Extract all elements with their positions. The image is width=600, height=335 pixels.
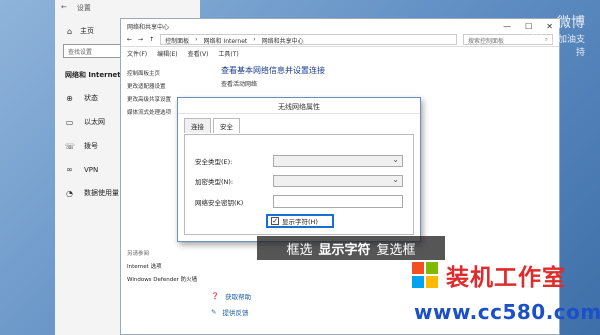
menu-bar: 文件(F) 编辑(E) 查看(V) 工具(T) bbox=[121, 47, 559, 59]
page-title: 查看基本网络信息并设置连接 bbox=[221, 66, 325, 75]
show-chars-checkbox[interactable]: ✓ 显示字符(H) bbox=[266, 214, 334, 228]
tab-security[interactable]: 安全 bbox=[213, 118, 240, 133]
dialup-icon: ☏ bbox=[65, 141, 76, 151]
nav-label: 拨号 bbox=[84, 142, 98, 150]
encryption-type-row: 加密类型(N): bbox=[195, 175, 403, 187]
logo-url: www.cc580.com bbox=[414, 300, 600, 324]
weibo-watermark: 微博 @电脑知识加油支持 bbox=[505, 12, 585, 58]
menu-tools[interactable]: 工具(T) bbox=[218, 49, 238, 58]
dialog-title: 无线网络属性 bbox=[178, 98, 420, 114]
link-change-adapter[interactable]: 更改适配器设置 bbox=[127, 82, 185, 90]
watermark-line2: @电脑知识加油支持 bbox=[512, 35, 585, 58]
breadcrumb-item[interactable]: 控制面板 bbox=[165, 36, 189, 45]
get-help-link[interactable]: ❓ 获取帮助 bbox=[211, 291, 251, 301]
network-center-titlebar: 网络和共享中心 — ☐ ✕ bbox=[121, 19, 559, 33]
logo-square bbox=[412, 276, 424, 288]
network-center-title: 网络和共享中心 bbox=[127, 23, 170, 31]
tab-connection[interactable]: 连接 bbox=[184, 118, 211, 133]
back-arrow-icon[interactable]: ← bbox=[61, 3, 67, 11]
nav-label: 数据使用量 bbox=[84, 189, 119, 197]
encryption-type-label: 加密类型(N): bbox=[195, 178, 234, 186]
ethernet-icon: ▭ bbox=[65, 117, 74, 127]
see-also: 另请参阅 Internet 选项 Windows Defender 防火墙 bbox=[127, 249, 197, 288]
breadcrumb-sep: › bbox=[195, 36, 198, 43]
breadcrumb-item[interactable]: 网络和共享中心 bbox=[262, 36, 304, 45]
page-subtitle: 查看活动网络 bbox=[221, 81, 258, 88]
help-icon: ❓ bbox=[211, 292, 220, 300]
help-label: 获取帮助 bbox=[225, 293, 252, 301]
breadcrumb-item[interactable]: 网络和 Internet bbox=[204, 36, 248, 45]
logo-square bbox=[412, 262, 424, 274]
breadcrumb-sep: › bbox=[253, 36, 256, 43]
caption-pre: 框选 bbox=[286, 242, 313, 258]
settings-search-placeholder: 查找设置 bbox=[68, 49, 93, 56]
status-icon: ⊕ bbox=[66, 93, 73, 103]
logo-square bbox=[426, 276, 438, 288]
security-key-input[interactable] bbox=[273, 195, 403, 208]
search-placeholder: 搜索控制面板 bbox=[468, 38, 505, 45]
logo-square bbox=[426, 262, 438, 274]
link-firewall[interactable]: Windows Defender 防火墙 bbox=[127, 275, 197, 283]
feedback-icon: ✎ bbox=[211, 308, 217, 316]
menu-file[interactable]: 文件(F) bbox=[127, 49, 147, 58]
nav-label: VPN bbox=[84, 165, 99, 174]
checkbox-checked-icon[interactable]: ✓ bbox=[271, 217, 279, 225]
caption-post: 复选框 bbox=[376, 242, 416, 258]
feedback-label: 提供反馈 bbox=[222, 309, 249, 317]
nav-label: 以太网 bbox=[84, 118, 105, 126]
security-key-label: 网络安全密钥(K) bbox=[195, 198, 244, 207]
help-links: ❓ 获取帮助 ✎ 提供反馈 bbox=[211, 291, 251, 323]
see-also-title: 另请参阅 bbox=[127, 251, 150, 257]
feedback-link[interactable]: ✎ 提供反馈 bbox=[211, 307, 251, 317]
settings-title: 设置 bbox=[76, 4, 91, 12]
nav-forward-icon[interactable]: → bbox=[138, 36, 143, 43]
windows-logo-icon bbox=[412, 262, 438, 288]
logo-name: 装机工作室 bbox=[446, 265, 566, 291]
address-bar: ← → ↑ 控制面板 › 网络和 Internet › 网络和共享中心 搜索控制面板… bbox=[121, 33, 559, 47]
menu-view[interactable]: 查看(V) bbox=[188, 49, 209, 58]
home-icon: ⌂ bbox=[66, 26, 73, 36]
vpn-icon: ∞ bbox=[66, 165, 73, 174]
nav-back-icon[interactable]: ← bbox=[127, 36, 132, 43]
data-usage-icon: ◔ bbox=[66, 188, 73, 198]
caption-bold: 显示字符 bbox=[318, 242, 371, 258]
dialog-tabs: 连接 安全 bbox=[178, 114, 420, 133]
settings-titlebar: ← 设置 bbox=[55, 0, 200, 14]
encryption-type-select[interactable] bbox=[273, 175, 403, 187]
security-type-label: 安全类型(E): bbox=[195, 158, 233, 166]
home-label: 主页 bbox=[80, 27, 94, 35]
security-type-row: 安全类型(E): bbox=[195, 155, 403, 167]
menu-edit[interactable]: 编辑(E) bbox=[157, 49, 177, 58]
show-chars-label: 显示字符(H) bbox=[282, 218, 318, 226]
nav-up-icon[interactable]: ↑ bbox=[149, 36, 154, 43]
security-type-select[interactable] bbox=[273, 155, 403, 167]
site-logo: 装机工作室 www.cc580.com bbox=[412, 256, 600, 335]
wireless-properties-dialog: 无线网络属性 连接 安全 安全类型(E): 加密类型(N): 网络安全密钥(K)… bbox=[177, 97, 421, 242]
link-control-panel-home[interactable]: 控制面板主页 bbox=[127, 69, 185, 77]
watermark-line1: 微博 bbox=[557, 15, 585, 31]
nav-label: 状态 bbox=[84, 94, 98, 102]
breadcrumb[interactable]: 控制面板 › 网络和 Internet › 网络和共享中心 bbox=[160, 34, 457, 45]
link-internet-options[interactable]: Internet 选项 bbox=[127, 262, 197, 270]
security-key-row: 网络安全密钥(K) bbox=[195, 195, 403, 208]
